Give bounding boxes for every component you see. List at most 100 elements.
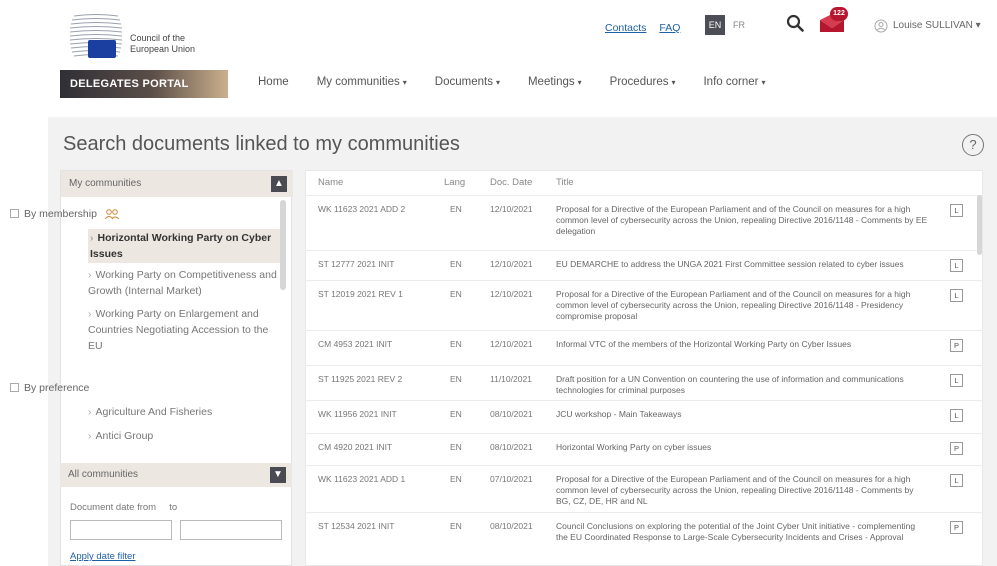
chevron-right-icon: › — [88, 430, 92, 442]
table-row[interactable]: ST 12019 2021 REV 1 EN 12/10/2021 Proposal … — [305, 280, 983, 330]
doc-title[interactable]: JCU workshop - Main Takeaways — [556, 409, 929, 420]
doc-type-icon[interactable]: P — [950, 339, 963, 352]
user-name: Louise SULLIVAN — [893, 20, 973, 31]
by-preference-group[interactable]: By preference — [10, 382, 89, 394]
chevron-down-icon: ▾ — [671, 78, 676, 87]
doc-name[interactable]: ST 12534 2021 INIT — [318, 521, 438, 532]
sidebar-item-horizontal-cyber[interactable]: › Horizontal Working Party on Cyber Issue… — [88, 229, 280, 263]
date-from-label: Document date from — [70, 502, 157, 513]
doc-type-icon[interactable]: P — [950, 521, 963, 534]
chevron-right-icon: › — [90, 232, 94, 244]
sidebar-item-enlargement[interactable]: › Working Party on Enlargement and Countr… — [70, 306, 280, 354]
table-scrollbar[interactable] — [977, 195, 982, 255]
table-row[interactable]: CM 4920 2021 INIT EN 08/10/2021 Horizontal … — [305, 433, 983, 465]
chevron-down-icon: ▾ — [975, 20, 981, 31]
doc-date: 12/10/2021 — [490, 289, 533, 299]
doc-title[interactable]: EU DEMARCHE to address the UNGA 2021 Fir… — [556, 259, 929, 270]
nav-home[interactable]: Home — [258, 76, 289, 96]
sidebar-item-label: Agriculture And Fisheries — [95, 406, 213, 418]
column-header-name[interactable]: Name — [318, 177, 343, 188]
doc-type-icon[interactable]: L — [950, 289, 963, 302]
table-row[interactable]: ST 11925 2021 REV 2 EN 11/10/2021 Draft pos… — [305, 365, 983, 400]
doc-name[interactable]: ST 12777 2021 INIT — [318, 259, 438, 270]
portal-label[interactable]: DELEGATES PORTAL — [60, 70, 228, 98]
column-header-date[interactable]: Doc. Date — [490, 177, 532, 188]
main-nav: Home My communities ▾ Documents ▾ Meetings… — [258, 76, 793, 96]
user-icon[interactable] — [874, 19, 888, 33]
doc-title[interactable]: Draft position for a UN Convention on co… — [556, 374, 929, 396]
table-row[interactable]: WK 11956 2021 INIT EN 08/10/2021 JCU worksh… — [305, 400, 983, 433]
table-row[interactable]: WK 11623 2021 ADD 2 EN 12/10/2021 Proposal … — [305, 195, 983, 250]
nav-meetings[interactable]: Meetings ▾ — [528, 76, 582, 96]
table-row[interactable]: ST 12777 2021 INIT EN 12/10/2021 EU DEMARCH… — [305, 250, 983, 280]
collapse-up-icon[interactable]: ▲ — [271, 176, 287, 192]
lang-fr-button[interactable]: FR — [729, 15, 749, 35]
table-row[interactable]: WK 11623 2021 ADD 1 EN 07/10/2021 Proposal … — [305, 465, 983, 512]
doc-type-icon[interactable]: L — [950, 474, 963, 487]
sidebar-item-label: Working Party on Competitiveness and Gro… — [88, 269, 277, 297]
chevron-right-icon: › — [88, 406, 92, 418]
doc-lang: EN — [450, 521, 462, 531]
doc-type-icon[interactable]: L — [950, 204, 963, 217]
nav-info-corner[interactable]: Info corner ▾ — [703, 76, 765, 96]
doc-date: 11/10/2021 — [490, 374, 532, 384]
doc-lang: EN — [450, 442, 462, 452]
doc-name[interactable]: WK 11956 2021 INIT — [318, 409, 438, 420]
chevron-right-icon: › — [88, 269, 92, 281]
sidebar-item-antici[interactable]: › Antici Group — [88, 428, 278, 444]
doc-name[interactable]: WK 11623 2021 ADD 2 — [318, 204, 438, 215]
table-row[interactable]: CM 4953 2021 INIT EN 12/10/2021 Informal VT… — [305, 330, 983, 365]
by-preference-label: By preference — [24, 382, 90, 394]
doc-title[interactable]: Informal VTC of the members of the Horiz… — [556, 339, 929, 350]
faq-link[interactable]: FAQ — [659, 22, 680, 34]
doc-lang: EN — [450, 259, 462, 269]
nav-procedures[interactable]: Procedures ▾ — [610, 76, 676, 96]
doc-title[interactable]: Proposal for a Directive of the European… — [556, 474, 929, 507]
nav-my-communities[interactable]: My communities ▾ — [317, 76, 407, 96]
chevron-down-icon: ▾ — [761, 78, 766, 87]
doc-name[interactable]: ST 11925 2021 REV 2 — [318, 374, 438, 385]
doc-title[interactable]: Proposal for a Directive of the European… — [556, 289, 929, 322]
date-from-input[interactable] — [70, 520, 172, 540]
doc-type-icon[interactable]: L — [950, 259, 963, 272]
contacts-link[interactable]: Contacts — [605, 22, 646, 34]
doc-date: 08/10/2021 — [490, 521, 533, 531]
column-header-title[interactable]: Title — [556, 177, 574, 188]
expand-down-icon[interactable]: ▼ — [270, 467, 286, 483]
collapse-box-icon — [10, 382, 19, 392]
logo-line-2: European Union — [130, 44, 196, 54]
sidebar-scrollbar[interactable] — [280, 200, 286, 290]
doc-name[interactable]: CM 4920 2021 INIT — [318, 442, 438, 453]
lang-en-button[interactable]: EN — [705, 15, 725, 35]
all-communities-header[interactable]: All communities ▼ — [60, 463, 292, 487]
logo-line-1: Council of the — [130, 33, 186, 43]
sidebar-item-agriculture[interactable]: › Agriculture And Fisheries — [88, 404, 278, 420]
user-menu[interactable]: Louise SULLIVAN ▾ — [893, 20, 981, 31]
table-row[interactable]: ST 12534 2021 INIT EN 08/10/2021 Council Co… — [305, 512, 983, 566]
doc-title[interactable]: Proposal for a Directive of the European… — [556, 204, 929, 237]
council-logo[interactable] — [66, 12, 124, 60]
doc-title[interactable]: Horizontal Working Party on cyber issues — [556, 442, 929, 453]
doc-type-icon[interactable]: P — [950, 442, 963, 455]
doc-name[interactable]: CM 4953 2021 INIT — [318, 339, 438, 350]
help-icon[interactable]: ? — [962, 134, 984, 156]
doc-title[interactable]: Council Conclusions on exploring the pot… — [556, 521, 929, 543]
doc-date: 12/10/2021 — [490, 259, 533, 269]
doc-name[interactable]: ST 12019 2021 REV 1 — [318, 289, 438, 300]
doc-lang: EN — [450, 339, 462, 349]
doc-date: 08/10/2021 — [490, 409, 533, 419]
nav-documents[interactable]: Documents ▾ — [435, 76, 500, 96]
column-header-lang[interactable]: Lang — [444, 177, 465, 188]
date-to-input[interactable] — [180, 520, 282, 540]
sidebar-item-competitiveness[interactable]: › Working Party on Competitiveness and Gr… — [70, 267, 280, 299]
doc-name[interactable]: WK 11623 2021 ADD 1 — [318, 474, 438, 485]
my-communities-header[interactable]: My communities ▲ — [61, 171, 293, 197]
doc-lang: EN — [450, 374, 462, 384]
doc-type-icon[interactable]: L — [950, 374, 963, 387]
nav-home-label: Home — [258, 76, 289, 88]
collapse-box-icon — [10, 208, 19, 218]
search-icon[interactable] — [786, 14, 804, 32]
doc-type-icon[interactable]: L — [950, 409, 963, 422]
by-membership-group[interactable]: By membership — [10, 208, 120, 220]
apply-date-filter-link[interactable]: Apply date filter — [70, 551, 135, 562]
